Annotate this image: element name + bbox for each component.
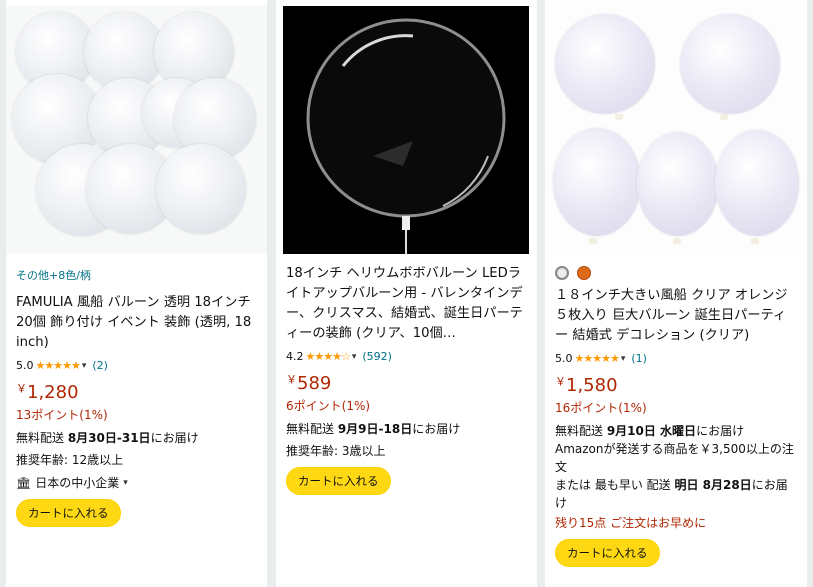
price-value: 589 <box>297 373 332 394</box>
add-to-cart-button[interactable]: カートに入れる <box>286 467 391 495</box>
chevron-down-icon[interactable]: ▾ <box>82 361 87 371</box>
review-count-link[interactable]: (592) <box>362 350 392 363</box>
rating-value: 5.0 <box>555 352 573 365</box>
currency-symbol: ￥ <box>16 382 27 395</box>
seller-badge[interactable]: 🏛 日本の中小企業 ▾ <box>16 474 257 491</box>
swatch-clear[interactable] <box>555 266 569 280</box>
price: ￥589 <box>286 371 527 397</box>
fastest-delivery: または 最も早い 配送 明日 8月28日にお届け <box>555 478 788 510</box>
star-rating-icon: ★★★★★ <box>574 352 620 365</box>
rating-value: 5.0 <box>16 359 34 372</box>
review-count-link[interactable]: (2) <box>92 359 108 372</box>
points: 13ポイント(1%) <box>16 408 108 422</box>
currency-symbol: ￥ <box>555 375 566 388</box>
product-image[interactable] <box>545 6 807 254</box>
color-swatches <box>555 266 797 280</box>
delivery-info: 無料配送 9月9日-18日にお届け <box>286 422 461 436</box>
seller-label: 日本の中小企業 <box>35 476 120 490</box>
rating-row[interactable]: 5.0 ★★★★★ ▾ (2) <box>16 359 257 372</box>
store-icon: 🏛 <box>16 475 32 490</box>
price-value: 1,280 <box>27 382 79 403</box>
recommended-age: 推奨年齢: 3歳以上 <box>286 444 386 458</box>
product-title[interactable]: 18インチ ヘリウムボボバルーン LEDライトアップバルーン用 - バレンタイン… <box>286 264 527 344</box>
points: 16ポイント(1%) <box>555 401 647 415</box>
variants-link[interactable]: その他+8色/柄 <box>16 267 257 283</box>
rating-row[interactable]: 4.2 ★★★★☆ ▾ (592) <box>286 350 527 363</box>
stock-warning: 残り15点 ご注文はお早めに <box>555 516 707 530</box>
chevron-down-icon[interactable]: ▾ <box>352 352 357 362</box>
product-card: 18インチ ヘリウムボボバルーン LEDライトアップバルーン用 - バレンタイン… <box>276 0 537 587</box>
product-title[interactable]: FAMULIA 風船 バルーン 透明 18インチ 20個 飾り付け イベント 装… <box>16 293 257 353</box>
product-title[interactable]: １８インチ大きい風船 クリア オレンジ ５枚入り 巨大バルーン 誕生日パーティー… <box>555 286 797 346</box>
price: ￥1,280 <box>16 380 257 406</box>
rating-value: 4.2 <box>286 350 304 363</box>
points: 6ポイント(1%) <box>286 399 371 413</box>
currency-symbol: ￥ <box>286 373 297 386</box>
chevron-down-icon[interactable]: ▾ <box>621 354 626 364</box>
chevron-down-icon[interactable]: ▾ <box>123 478 128 488</box>
amazon-shipping-note: Amazonが発送する商品を￥3,500以上の注文 <box>555 442 794 474</box>
price-value: 1,580 <box>566 375 618 396</box>
review-count-link[interactable]: (1) <box>631 352 647 365</box>
add-to-cart-button[interactable]: カートに入れる <box>555 539 660 567</box>
delivery-info: 無料配送 9月10日 水曜日にお届け <box>555 424 745 438</box>
add-to-cart-button[interactable]: カートに入れる <box>16 499 121 527</box>
delivery-info: 無料配送 8月30日-31日にお届け <box>16 431 199 445</box>
product-card: その他+8色/柄 FAMULIA 風船 バルーン 透明 18インチ 20個 飾り… <box>6 0 267 587</box>
product-card: １８インチ大きい風船 クリア オレンジ ５枚入り 巨大バルーン 誕生日パーティー… <box>545 0 807 587</box>
star-rating-icon: ★★★★☆ <box>305 350 351 363</box>
rating-row[interactable]: 5.0 ★★★★★ ▾ (1) <box>555 352 797 365</box>
price: ￥1,580 <box>555 373 797 399</box>
product-image[interactable] <box>6 6 267 254</box>
product-image[interactable] <box>283 6 529 254</box>
swatch-orange[interactable] <box>577 266 591 280</box>
star-rating-icon: ★★★★★ <box>35 359 81 372</box>
recommended-age: 推奨年齢: 12歳以上 <box>16 453 124 467</box>
